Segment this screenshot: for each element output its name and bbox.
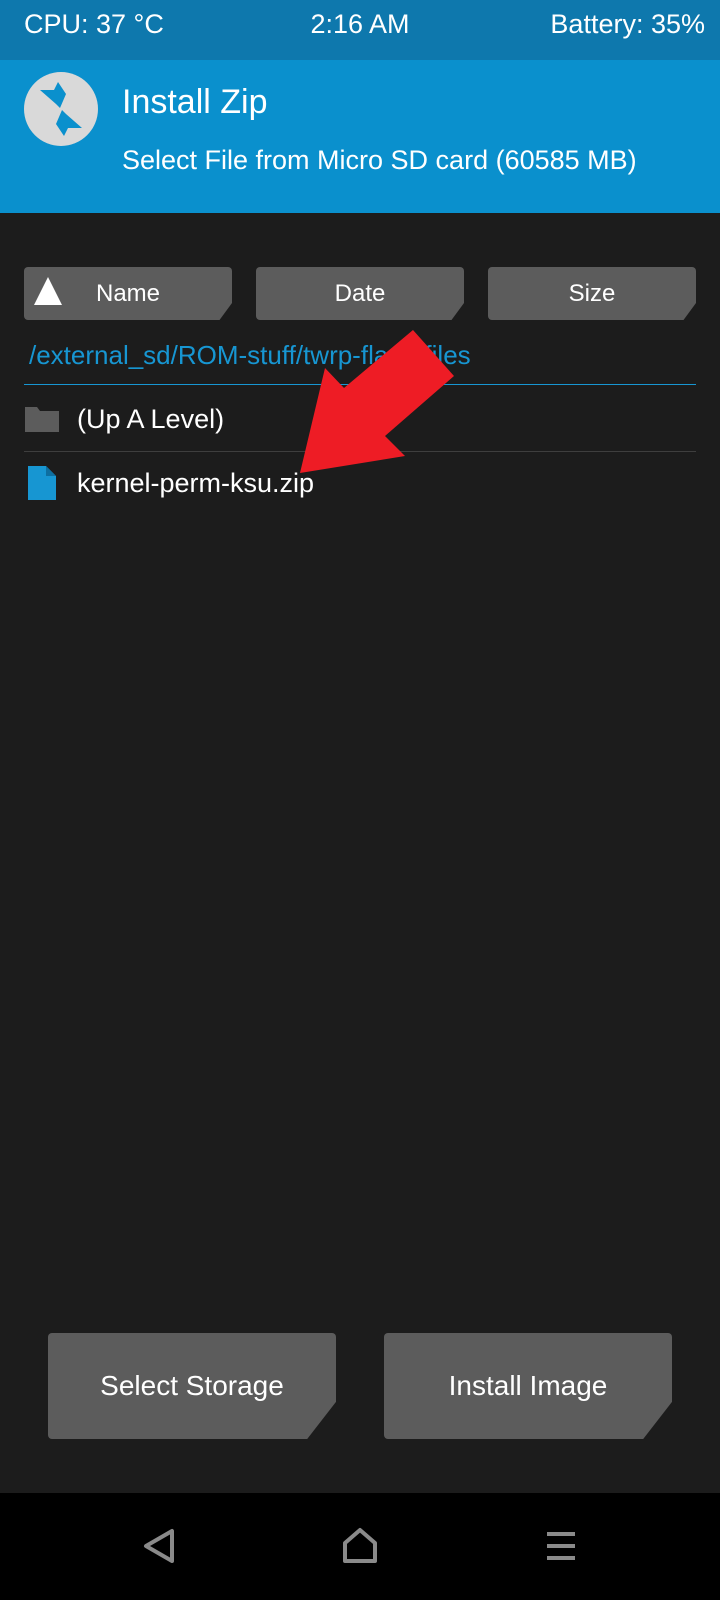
status-bar: CPU: 37 °C 2:16 AM Battery: 35% bbox=[0, 0, 720, 60]
list-item-label: (Up A Level) bbox=[77, 404, 225, 434]
back-icon[interactable] bbox=[136, 1521, 186, 1571]
install-image-label: Install Image bbox=[448, 1370, 608, 1401]
install-image-button[interactable]: Install Image bbox=[384, 1333, 672, 1439]
sort-by-size-label: Size bbox=[568, 279, 616, 307]
select-storage-label: Select Storage bbox=[100, 1370, 284, 1401]
select-storage-button[interactable]: Select Storage bbox=[48, 1333, 336, 1439]
page-header: Install Zip Select File from Micro SD ca… bbox=[0, 60, 720, 213]
sort-by-date-button[interactable]: Date bbox=[256, 267, 464, 320]
menu-icon[interactable] bbox=[536, 1521, 586, 1571]
list-item-label: kernel-perm-ksu.zip bbox=[77, 468, 315, 498]
list-item-up-a-level[interactable]: (Up A Level) bbox=[24, 387, 696, 452]
battery-level: Battery: 35% bbox=[550, 9, 705, 39]
sort-ascending-triangle-icon bbox=[34, 277, 62, 305]
path-divider bbox=[24, 384, 696, 385]
sort-by-name-button[interactable]: Name bbox=[24, 267, 232, 320]
sort-by-date-label: Date bbox=[334, 279, 386, 307]
file-icon bbox=[28, 466, 56, 500]
list-item-kernel-zip[interactable]: kernel-perm-ksu.zip bbox=[24, 451, 696, 515]
folder-icon bbox=[25, 407, 59, 432]
home-icon[interactable] bbox=[335, 1521, 385, 1571]
page-subtitle: Select File from Micro SD card (60585 MB… bbox=[122, 145, 637, 175]
page-title: Install Zip bbox=[122, 83, 268, 121]
current-path: /external_sd/ROM-stuff/twrp-flash-files bbox=[29, 340, 471, 370]
sort-by-name-label: Name bbox=[95, 279, 161, 307]
sort-by-size-button[interactable]: Size bbox=[488, 267, 696, 320]
twrp-logo-icon bbox=[24, 72, 98, 146]
navigation-bar bbox=[0, 1493, 720, 1600]
